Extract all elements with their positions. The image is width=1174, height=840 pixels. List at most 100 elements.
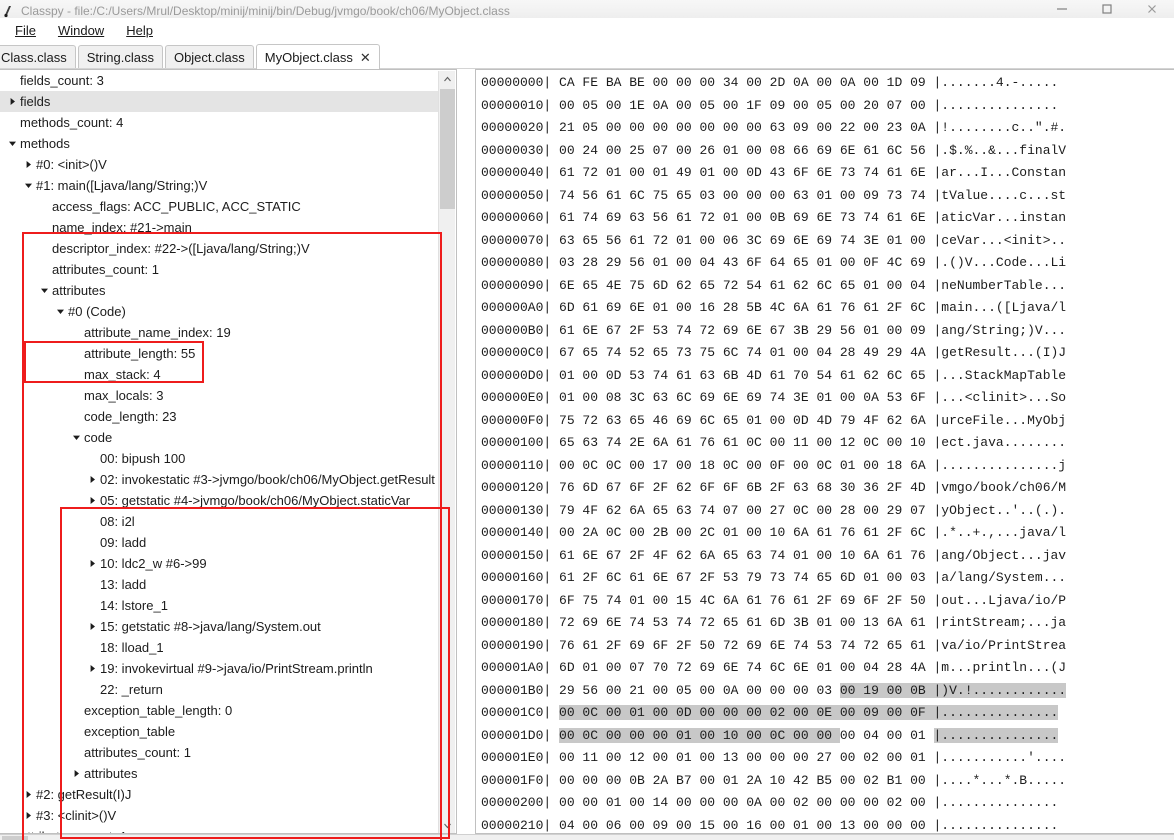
tree-scroll-area[interactable]: fields_count: 3 fields methods_count: 4 met…	[0, 70, 455, 833]
hex-row[interactable]: 00000000| CA FE BA BE 00 00 00 34 00 2D …	[481, 72, 1066, 95]
tree-row[interactable]: code_length: 23	[0, 406, 455, 427]
hex-row[interactable]: 000000B0| 61 6E 67 2F 53 74 72 69 6E 67 …	[481, 320, 1066, 343]
hex-row[interactable]: 00000150| 61 6E 67 2F 4F 62 6A 65 63 74 …	[481, 545, 1066, 568]
tree-row[interactable]: 10: ldc2_w #6->99	[0, 553, 455, 574]
chevron-right-icon[interactable]	[84, 664, 100, 673]
chevron-right-icon[interactable]	[84, 622, 100, 631]
maximize-button[interactable]	[1084, 0, 1129, 18]
hex-row[interactable]: 00000020| 21 05 00 00 00 00 00 00 00 63 …	[481, 117, 1066, 140]
tree-row[interactable]: 13: ladd	[0, 574, 455, 595]
hex-row[interactable]: 00000170| 6F 75 74 01 00 15 4C 6A 61 76 …	[481, 590, 1066, 613]
tree-row[interactable]: 08: i2l	[0, 511, 455, 532]
scroll-down-arrow[interactable]	[439, 817, 456, 833]
hex-row[interactable]: 00000180| 72 69 6E 74 53 74 72 65 61 6D …	[481, 612, 1066, 635]
hex-row[interactable]: 00000130| 79 4F 62 6A 65 63 74 07 00 27 …	[481, 500, 1066, 523]
hex-row[interactable]: 00000120| 76 6D 67 6F 2F 62 6F 6F 6B 2F …	[481, 477, 1066, 500]
hex-row[interactable]: 00000140| 00 2A 0C 00 2B 00 2C 01 00 10 …	[481, 522, 1066, 545]
hex-row[interactable]: 000001F0| 00 00 00 0B 2A B7 00 01 2A 10 …	[481, 770, 1066, 793]
chevron-right-icon[interactable]	[20, 790, 36, 799]
horizontal-scroll-thumb[interactable]	[2, 836, 28, 840]
chevron-down-icon[interactable]	[52, 307, 68, 316]
tree-row[interactable]: name_index: #21->main	[0, 217, 455, 238]
hex-row[interactable]: 00000160| 61 2F 6C 61 6E 67 2F 53 79 73 …	[481, 567, 1066, 590]
hex-row[interactable]: 00000200| 00 00 01 00 14 00 00 00 0A 00 …	[481, 792, 1066, 815]
tree-row[interactable]: 15: getstatic #8->java/lang/System.out	[0, 616, 455, 637]
tree-row[interactable]: max_stack: 4	[0, 364, 455, 385]
chevron-right-icon[interactable]	[68, 769, 84, 778]
tree-row[interactable]: attribute_length: 55	[0, 343, 455, 364]
hex-row[interactable]: 00000070| 63 65 56 61 72 01 00 06 3C 69 …	[481, 230, 1066, 253]
hex-row[interactable]: 000001C0| 00 0C 00 01 00 0D 00 00 00 02 …	[481, 702, 1066, 725]
tree-row[interactable]: fields_count: 3	[0, 70, 455, 91]
hex-row[interactable]: 00000080| 03 28 29 56 01 00 04 43 6F 64 …	[481, 252, 1066, 275]
hex-row[interactable]: 000001A0| 6D 01 00 07 70 72 69 6E 74 6C …	[481, 657, 1066, 680]
chevron-down-icon[interactable]	[68, 433, 84, 442]
hex-row[interactable]: 00000060| 61 74 69 63 56 61 72 01 00 0B …	[481, 207, 1066, 230]
scroll-up-arrow[interactable]	[439, 71, 456, 88]
tree-row[interactable]: 00: bipush 100	[0, 448, 455, 469]
hex-row[interactable]: 000000C0| 67 65 74 52 65 73 75 6C 74 01 …	[481, 342, 1066, 365]
tree-row[interactable]: code	[0, 427, 455, 448]
tree-row[interactable]: #0 (Code)	[0, 301, 455, 322]
chevron-down-icon[interactable]	[36, 286, 52, 295]
tree-row[interactable]: 19: invokevirtual #9->java/io/PrintStrea…	[0, 658, 455, 679]
hex-row[interactable]: 000001D0| 00 0C 00 00 00 01 00 10 00 0C …	[481, 725, 1066, 748]
tab-class-class[interactable]: Class.class	[0, 45, 76, 68]
chevron-right-icon[interactable]	[84, 559, 100, 568]
hex-row[interactable]: 000001E0| 00 11 00 12 00 01 00 13 00 00 …	[481, 747, 1066, 770]
hex-row[interactable]: 000000F0| 75 72 63 65 46 69 6C 65 01 00 …	[481, 410, 1066, 433]
hex-row[interactable]: 000001B0| 29 56 00 21 00 05 00 0A 00 00 …	[481, 680, 1067, 703]
tree-row[interactable]: 05: getstatic #4->jvmgo/book/ch06/MyObje…	[0, 490, 455, 511]
tree-row[interactable]: #0: <init>()V	[0, 154, 455, 175]
hex-row[interactable]: 000000E0| 01 00 08 3C 63 6C 69 6E 69 74 …	[481, 387, 1066, 410]
tree-vertical-scrollbar[interactable]	[438, 71, 456, 833]
tab-close-icon[interactable]: ✕	[360, 51, 371, 64]
tree-row[interactable]: 22: _return	[0, 679, 455, 700]
tree-row[interactable]: attributes_count: 1	[0, 826, 455, 834]
menu-help[interactable]: Help	[115, 20, 164, 42]
tree-row[interactable]: 02: invokestatic #3->jvmgo/book/ch06/MyO…	[0, 469, 455, 490]
chevron-right-icon[interactable]	[20, 160, 36, 169]
tab-myobject-class[interactable]: MyObject.class ✕	[255, 44, 380, 69]
tree-row[interactable]: attributes	[0, 280, 455, 301]
chevron-right-icon[interactable]	[4, 97, 20, 106]
tree-row[interactable]: exception_table	[0, 721, 455, 742]
tree-scroll-thumb[interactable]	[440, 89, 455, 209]
hex-row[interactable]: 00000040| 61 72 01 00 01 49 01 00 0D 43 …	[481, 162, 1066, 185]
tree-row[interactable]: max_locals: 3	[0, 385, 455, 406]
menu-window[interactable]: Window	[47, 20, 115, 42]
tree-row[interactable]: methods	[0, 133, 455, 154]
tree-row[interactable]: 09: ladd	[0, 532, 455, 553]
tree-row[interactable]: attributes_count: 1	[0, 259, 455, 280]
hex-row[interactable]: 00000090| 6E 65 4E 75 6D 62 65 72 54 61 …	[481, 275, 1066, 298]
hex-row[interactable]: 000000A0| 6D 61 69 6E 01 00 16 28 5B 4C …	[481, 297, 1066, 320]
tree-row[interactable]: attributes	[0, 763, 455, 784]
hex-row[interactable]: 00000100| 65 63 74 2E 6A 61 76 61 0C 00 …	[481, 432, 1066, 455]
chevron-right-icon[interactable]	[20, 811, 36, 820]
tree-row[interactable]: #2: getResult(I)J	[0, 784, 455, 805]
tree-row[interactable]: #1: main([Ljava/lang/String;)V	[0, 175, 455, 196]
tree-row[interactable]: 18: lload_1	[0, 637, 455, 658]
tree-row[interactable]: descriptor_index: #22->([Ljava/lang/Stri…	[0, 238, 455, 259]
tab-object-class[interactable]: Object.class	[164, 45, 254, 68]
hex-row[interactable]: 00000110| 00 0C 0C 00 17 00 18 0C 00 0F …	[481, 455, 1066, 478]
hex-row[interactable]: 00000210| 04 00 06 00 09 00 15 00 16 00 …	[481, 815, 1066, 834]
tree-row[interactable]: attribute_name_index: 19	[0, 322, 455, 343]
tree-row[interactable]: methods_count: 4	[0, 112, 455, 133]
chevron-right-icon[interactable]	[84, 496, 100, 505]
chevron-down-icon[interactable]	[4, 139, 20, 148]
hex-dump-content[interactable]: 00000000| CA FE BA BE 00 00 00 34 00 2D …	[476, 71, 1067, 834]
hex-row[interactable]: 00000010| 00 05 00 1E 0A 00 05 00 1F 09 …	[481, 95, 1066, 118]
hex-row[interactable]: 00000050| 74 56 61 6C 75 65 03 00 00 00 …	[481, 185, 1066, 208]
tree-row[interactable]: fields	[0, 91, 455, 112]
tree-row[interactable]: #3: <clinit>()V	[0, 805, 455, 826]
tab-string-class[interactable]: String.class	[77, 45, 163, 68]
hex-row[interactable]: 00000030| 00 24 00 25 07 00 26 01 00 08 …	[481, 140, 1066, 163]
chevron-down-icon[interactable]	[20, 181, 36, 190]
tree-row[interactable]: access_flags: ACC_PUBLIC, ACC_STATIC	[0, 196, 455, 217]
hex-row[interactable]: 00000190| 76 61 2F 69 6F 2F 50 72 69 6E …	[481, 635, 1066, 658]
tree-row[interactable]: 14: lstore_1	[0, 595, 455, 616]
tree-row[interactable]: exception_table_length: 0	[0, 700, 455, 721]
hex-row[interactable]: 000000D0| 01 00 0D 53 74 61 63 6B 4D 61 …	[481, 365, 1066, 388]
horizontal-scrollbar[interactable]	[0, 834, 1174, 840]
